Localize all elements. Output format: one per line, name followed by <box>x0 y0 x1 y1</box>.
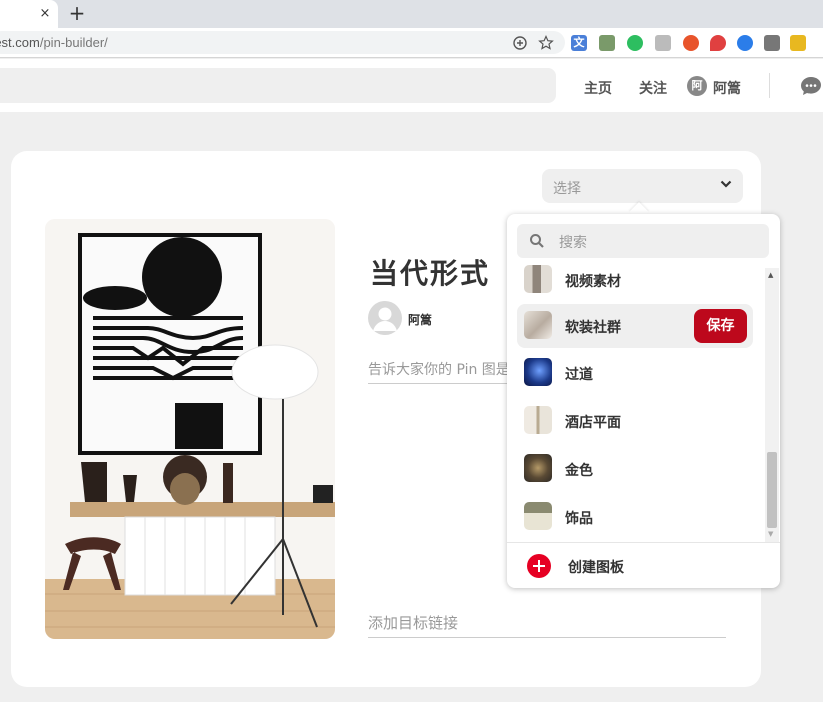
nav-following[interactable]: 关注 <box>639 78 667 98</box>
board-select-placeholder: 选择 <box>553 181 581 197</box>
author-avatar <box>368 301 402 335</box>
board-item[interactable]: 视频素材 <box>517 265 753 302</box>
infinity-extension-icon[interactable] <box>683 35 699 51</box>
browser-tabstrip: × + <box>0 0 823 28</box>
url-path: /pin-builder/ <box>39 35 108 50</box>
address-bar: rest.com/pin-builder/ 文 <box>0 28 823 58</box>
board-thumbnail <box>524 502 552 530</box>
board-search-placeholder: 搜索 <box>559 235 587 251</box>
pin-artwork <box>45 219 335 639</box>
board-item-label: 软装社群 <box>565 320 621 336</box>
board-item[interactable]: 软装社群 保存 <box>517 304 753 348</box>
search-icon <box>530 234 544 248</box>
pin-image <box>45 219 335 639</box>
board-thumbnail <box>524 454 552 482</box>
board-item-label: 过道 <box>565 367 593 383</box>
create-board-label: 创建图板 <box>568 560 624 576</box>
chevron-down-icon <box>720 180 732 188</box>
cloud-extension-icon[interactable] <box>764 35 780 51</box>
site-header: 主页 关注 阿 阿篙 <box>0 59 823 112</box>
pin-title[interactable]: 当代形式 <box>370 252 490 292</box>
evernote-extension-icon[interactable] <box>627 35 643 51</box>
board-item[interactable]: 过道 <box>517 351 753 395</box>
nav-divider <box>769 73 770 98</box>
board-thumbnail <box>524 358 552 386</box>
url-field[interactable]: rest.com/pin-builder/ <box>0 31 565 54</box>
destination-link-field[interactable]: 添加目标链接 <box>368 608 726 638</box>
refresh-extension-icon[interactable] <box>737 35 753 51</box>
board-item[interactable]: 饰品 <box>517 495 753 539</box>
board-thumbnail <box>524 265 552 293</box>
board-select-dropdown[interactable]: 选择 <box>542 169 743 203</box>
default-avatar-icon <box>373 307 397 331</box>
board-item-label: 酒店平面 <box>565 415 621 431</box>
scroll-up-arrow-icon[interactable]: ▲ <box>768 271 773 279</box>
search-input[interactable] <box>0 68 556 103</box>
bookmark-star-icon[interactable] <box>538 35 554 51</box>
board-item-label: 饰品 <box>565 511 593 527</box>
url-text: rest.com/pin-builder/ <box>0 35 108 50</box>
description-field[interactable]: 告诉大家你的 Pin 图是 <box>368 356 528 384</box>
new-tab-button[interactable]: + <box>66 2 88 24</box>
messages-icon[interactable] <box>800 76 822 96</box>
save-button[interactable]: 保存 <box>694 309 747 343</box>
translate-extension-icon[interactable]: 文 <box>571 35 587 51</box>
url-host: rest.com <box>0 35 40 50</box>
image-extension-icon[interactable] <box>599 35 615 51</box>
author-name: 阿篙 <box>408 313 433 327</box>
extension-icon[interactable] <box>655 35 671 51</box>
location-extension-icon[interactable] <box>710 35 726 51</box>
board-item[interactable]: 酒店平面 <box>517 399 753 443</box>
board-thumbnail <box>524 311 552 339</box>
scroll-down-arrow-icon[interactable]: ▼ <box>768 530 773 538</box>
board-item-label: 金色 <box>565 463 593 479</box>
create-board-button[interactable]: 创建图板 <box>507 542 780 588</box>
user-avatar[interactable]: 阿 <box>687 76 707 96</box>
board-search-input[interactable]: 搜索 <box>517 224 769 258</box>
board-list: 视频素材 软装社群 保存 过道 酒店平面 金色 饰品 <box>507 265 780 541</box>
close-tab-icon[interactable]: × <box>36 5 54 23</box>
add-board-icon <box>527 554 551 578</box>
board-item[interactable]: 金色 <box>517 447 753 491</box>
add-circle-icon[interactable] <box>512 35 528 51</box>
nav-home[interactable]: 主页 <box>584 78 612 98</box>
board-item-label: 视频素材 <box>565 274 621 290</box>
board-thumbnail <box>524 406 552 434</box>
puzzle-extension-icon[interactable] <box>790 35 806 51</box>
nav-username[interactable]: 阿篙 <box>713 78 741 98</box>
scrollbar-thumb[interactable] <box>767 452 777 528</box>
